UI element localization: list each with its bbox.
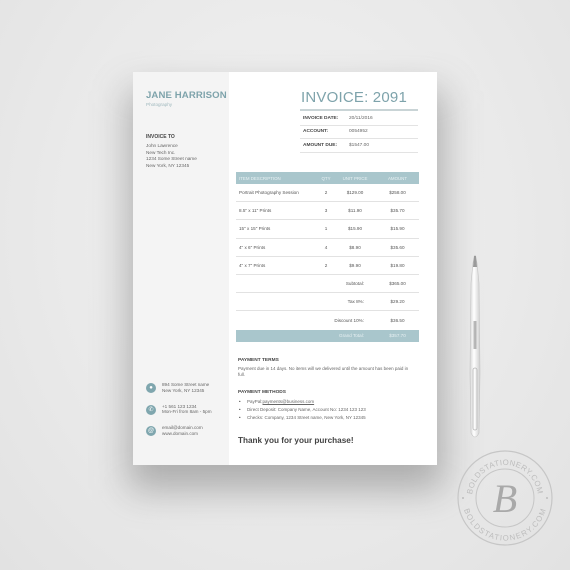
cell-amount: $35.70 <box>390 208 405 214</box>
summary-label: Discount 10%: <box>334 317 364 323</box>
table-header: ITEM DESCRIPTION QTY UNIT PRICE AMOUNT <box>236 172 419 184</box>
table-row: 4" x 7" Prints 2 $9.90 $19.80 <box>236 257 419 275</box>
meta-label: INVOICE DATE: <box>303 115 339 121</box>
contact-email: @ email@domain.com www.domain.com <box>146 425 212 437</box>
grand-total-value: $357.70 <box>389 333 406 338</box>
cell-description: 8.5" x 11" Prints <box>239 208 272 214</box>
contact-phone: ✆ +1 561 123 1234 Mon-Fri from 8am - 5pm <box>146 404 212 416</box>
summary-label: Tax 8%: <box>347 299 364 305</box>
paypal-email-link[interactable]: payments@business.com <box>263 398 315 406</box>
cell-unit-price: $15.90 <box>347 226 363 232</box>
payment-methods-list: • PayPal: payments@business.com • Direct… <box>238 398 416 422</box>
cell-unit-price: $8.90 <box>349 244 361 250</box>
header-amount: AMOUNT <box>387 175 408 181</box>
summary-value: $36.50 <box>390 317 405 323</box>
invoice-meta: INVOICE DATE: 20/11/2016 ACCOUNT: 005495… <box>300 112 418 153</box>
header-unit-price: UNIT PRICE <box>342 175 368 181</box>
thank-you-message: Thank you for your purchase! <box>238 436 354 445</box>
cell-amount: $258.00 <box>389 190 406 196</box>
table-row: 15" x 15" Prints 1 $15.90 $15.90 <box>236 220 419 239</box>
subtotal-row: Subtotal: $365.00 <box>236 275 419 294</box>
cell-unit-price: $9.90 <box>349 262 361 268</box>
tax-row: Tax 8%: $29.20 <box>236 293 419 312</box>
meta-label: AMOUNT DUE: <box>303 142 338 148</box>
cell-description: 4" x 7" Prints <box>239 262 266 268</box>
meta-value: 0054952 <box>349 129 368 135</box>
payment-terms: PAYMENT TERMS Payment due in 14 days. No… <box>238 358 416 378</box>
invoice-sidebar: JANE HARRISON Photography INVOICE TO Joh… <box>133 72 229 465</box>
watermark-stamp: BOLDSTATIONERY.COM BOLDSTATIONERY.COM B <box>457 450 553 546</box>
pen-icon <box>469 254 481 438</box>
payment-method-item: • PayPal: payments@business.com <box>238 398 416 406</box>
cell-description: 15" x 15" Prints <box>239 226 271 232</box>
payment-method-label: Direct Deposit: Company Name, Account No… <box>247 407 366 412</box>
invoice-to-line: John Lawrence <box>146 143 178 148</box>
at-email-icon: @ <box>146 426 156 437</box>
invoice-to-line: New York, NY 12345 <box>146 162 190 168</box>
cell-qty: 2 <box>324 190 328 196</box>
summary-label: Subtotal: <box>345 281 364 287</box>
cell-unit-price: $129.00 <box>346 190 364 196</box>
payment-terms-text: Payment due in 14 days. No items will we… <box>238 366 409 377</box>
cell-amount: $19.80 <box>390 262 405 268</box>
table-row: 8.5" x 11" Prints 3 $11.90 $35.70 <box>236 202 419 221</box>
payment-methods-title: PAYMENT METHODS <box>238 390 286 395</box>
header-qty: QTY <box>321 175 331 181</box>
cell-qty: 4 <box>324 244 328 250</box>
contact-address: ● 894 Some Street name New York, NY 1234… <box>146 382 212 394</box>
meta-value: $1547.00 <box>349 142 370 148</box>
table-row: Portrait Photography Session 2 $129.00 $… <box>236 184 419 203</box>
grand-total-row: Grand Total: $357.70 <box>236 329 419 342</box>
meta-label: ACCOUNT: <box>303 129 329 135</box>
meta-row-account: ACCOUNT: 0054952 <box>300 126 418 139</box>
summary-value: $29.20 <box>390 299 405 305</box>
cell-amount: $35.60 <box>390 244 405 250</box>
invoice-title: INVOICE: 2091 <box>301 89 407 106</box>
payment-method-label: PayPal: <box>247 399 263 404</box>
payment-method-item: • Checks: Company, 1234 Street name, New… <box>238 414 416 422</box>
watermark-monogram: B <box>493 476 517 521</box>
meta-row-date: INVOICE DATE: 20/11/2016 <box>300 112 418 126</box>
invoice-main: INVOICE: 2091 INVOICE DATE: 20/11/2016 A… <box>229 72 437 465</box>
bullet-icon: • <box>239 415 241 420</box>
cell-qty: 1 <box>324 226 328 232</box>
sender-name: JANE HARRISON <box>146 90 227 101</box>
sender-tagline: Photography <box>146 102 173 107</box>
items-table: ITEM DESCRIPTION QTY UNIT PRICE AMOUNT P… <box>236 172 419 342</box>
invoice-to-line: New Tech Inc. <box>146 149 176 155</box>
cell-qty: 3 <box>324 208 328 214</box>
contact-list: ● 894 Some Street name New York, NY 1234… <box>146 382 212 447</box>
contact-line: Mon-Fri from 8am - 5pm <box>162 409 212 415</box>
cell-unit-price: $11.90 <box>348 208 362 214</box>
contact-line: New York, NY 12345 <box>162 387 205 393</box>
payment-terms-title: PAYMENT TERMS <box>238 358 279 363</box>
header-description: ITEM DESCRIPTION <box>239 175 281 181</box>
table-row: 4" x 6" Prints 4 $8.90 $35.60 <box>236 239 419 257</box>
meta-value: 20/11/2016 <box>349 115 373 121</box>
location-pin-icon: ● <box>146 383 156 393</box>
invoice-to-title: INVOICE TO <box>146 134 175 140</box>
invoice-to-address: John Lawrence New Tech Inc. 1234 Some St… <box>146 143 229 169</box>
cell-description: 4" x 6" Prints <box>239 244 266 250</box>
phone-icon: ✆ <box>146 404 156 415</box>
contact-line: www.domain.com <box>162 430 198 436</box>
invoice-page: JANE HARRISON Photography INVOICE TO Joh… <box>133 72 437 465</box>
grand-total-label: Grand Total: <box>339 333 364 338</box>
contact-line: 894 Some Street name <box>162 382 210 387</box>
bullet-icon: • <box>239 399 241 404</box>
payment-methods: PAYMENT METHODS • PayPal: payments@busin… <box>238 390 416 422</box>
meta-row-amount-due: AMOUNT DUE: $1547.00 <box>300 139 418 153</box>
summary-value: $365.00 <box>389 281 406 287</box>
cell-qty: 2 <box>324 262 328 268</box>
payment-method-label: Checks: Company, 1234 Street name, New Y… <box>247 415 366 420</box>
payment-method-item: • Direct Deposit: Company Name, Account … <box>238 406 416 414</box>
title-divider <box>300 109 418 111</box>
discount-row: Discount 10%: $36.50 <box>236 311 419 329</box>
cell-description: Portrait Photography Session <box>239 190 299 196</box>
bullet-icon: • <box>239 407 241 412</box>
cell-amount: $15.90 <box>390 226 405 232</box>
invoice-to-line: 1234 Some Street name <box>146 156 197 162</box>
